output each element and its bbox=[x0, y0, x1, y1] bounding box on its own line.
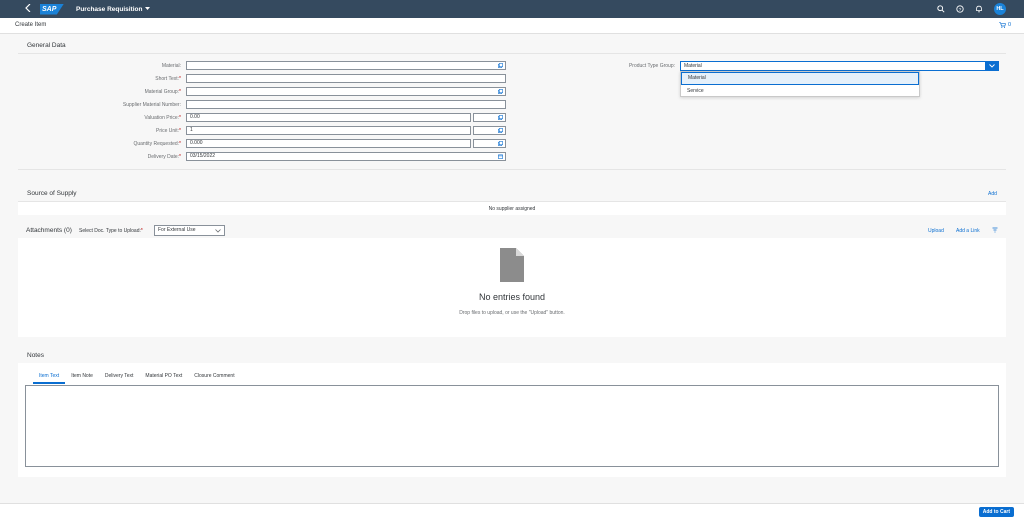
product-type-label: Product Type Group: bbox=[628, 63, 675, 69]
chevron-down-icon bbox=[215, 229, 221, 233]
tab-material-po-text[interactable]: Material PO Text bbox=[139, 370, 188, 384]
doc-type-label: Select Doc. Type to Upload:* bbox=[79, 228, 143, 234]
price-unit-uom-input[interactable] bbox=[473, 126, 506, 135]
app-title: Purchase Requisition bbox=[76, 5, 143, 13]
source-of-supply-title: Source of Supply bbox=[27, 190, 77, 197]
product-type-select[interactable]: Material bbox=[680, 61, 999, 71]
chevron-down-icon bbox=[989, 64, 995, 68]
delivery-date-input[interactable]: 03/15/2022 bbox=[186, 152, 506, 161]
tab-closure-comment[interactable]: Closure Comment bbox=[188, 370, 240, 384]
material-group-label: Material Group:* bbox=[144, 89, 181, 95]
short-text-input[interactable] bbox=[186, 74, 506, 83]
value-help-icon[interactable] bbox=[498, 89, 503, 94]
delivery-date-value: 03/15/2022 bbox=[190, 153, 216, 159]
divider bbox=[18, 169, 1006, 170]
quantity-input[interactable]: 0.000 bbox=[186, 139, 471, 148]
doc-type-value: For External Use bbox=[158, 227, 196, 233]
calendar-icon[interactable] bbox=[498, 154, 503, 159]
supplier-material-label: Supplier Material Number: bbox=[122, 102, 181, 108]
quantity-label: Quantity Requested:* bbox=[133, 141, 181, 147]
page-header: Create Item 0 bbox=[0, 18, 1024, 34]
user-avatar[interactable]: HL bbox=[994, 3, 1006, 15]
document-icon bbox=[500, 248, 524, 282]
valuation-price-label: Valuation Price:* bbox=[144, 115, 181, 121]
notes-title: Notes bbox=[27, 352, 44, 359]
notes-tabs: Item Text Item Note Delivery Text Materi… bbox=[26, 370, 241, 384]
short-text-label: Short Text:* bbox=[155, 76, 181, 82]
back-button[interactable] bbox=[22, 0, 34, 18]
empty-title: No entries found bbox=[478, 292, 546, 302]
price-unit-input[interactable]: 1 bbox=[186, 126, 471, 135]
no-supplier-text: No supplier assigned bbox=[488, 206, 536, 212]
svg-text:?: ? bbox=[959, 7, 962, 13]
page-title: Create Item bbox=[15, 22, 47, 28]
search-icon[interactable] bbox=[937, 5, 945, 13]
quantity-uom-input[interactable] bbox=[473, 139, 506, 148]
general-data-title: General Data bbox=[27, 42, 66, 49]
supplier-material-input[interactable] bbox=[186, 100, 506, 109]
attachments-title: Attachments (0) bbox=[26, 227, 72, 234]
shell-bar: SAP Purchase Requisition ? HL bbox=[0, 0, 1024, 18]
footer-bar: Add to Cart bbox=[0, 503, 1024, 519]
sap-logo[interactable]: SAP bbox=[40, 3, 64, 15]
add-link-link[interactable]: Add a Link bbox=[956, 228, 980, 234]
doc-type-select[interactable]: For External Use bbox=[154, 225, 225, 236]
cart-button[interactable]: 0 bbox=[999, 22, 1011, 28]
tab-item-text[interactable]: Item Text bbox=[33, 370, 66, 384]
value-help-icon[interactable] bbox=[498, 115, 503, 120]
option-service[interactable]: Service bbox=[681, 85, 919, 98]
material-label: Material: bbox=[161, 63, 181, 69]
upload-link[interactable]: Upload bbox=[928, 228, 944, 234]
settings-icon[interactable] bbox=[992, 227, 998, 233]
delivery-date-label: Delivery Date:* bbox=[147, 154, 181, 160]
caret-down-icon bbox=[145, 7, 151, 10]
value-help-icon[interactable] bbox=[498, 63, 503, 68]
add-to-cart-button[interactable]: Add to Cart bbox=[978, 507, 1014, 517]
attachments-panel[interactable]: No entries found Drop files to upload, o… bbox=[18, 238, 1006, 337]
cart-icon bbox=[999, 22, 1006, 28]
dropdown-toggle[interactable] bbox=[985, 61, 999, 71]
product-type-value: Material bbox=[684, 63, 702, 69]
bell-icon[interactable] bbox=[975, 5, 983, 13]
app-title-menu[interactable]: Purchase Requisition bbox=[76, 5, 151, 13]
empty-subtitle: Drop files to upload, or use the "Upload… bbox=[459, 310, 565, 316]
add-supplier-link[interactable]: Add bbox=[988, 191, 997, 197]
material-group-input[interactable] bbox=[186, 87, 506, 96]
notes-textarea[interactable] bbox=[25, 385, 999, 467]
divider bbox=[18, 53, 1006, 54]
value-help-icon[interactable] bbox=[498, 128, 503, 133]
price-unit-label: Price Unit:* bbox=[155, 128, 181, 134]
supplier-empty-row: No supplier assigned bbox=[18, 201, 1006, 215]
option-material[interactable]: Material bbox=[681, 72, 919, 85]
value-help-icon[interactable] bbox=[498, 141, 503, 146]
help-icon[interactable]: ? bbox=[956, 5, 964, 13]
cart-count: 0 bbox=[1007, 22, 1011, 28]
tab-item-note[interactable]: Item Note bbox=[65, 370, 99, 384]
tab-delivery-text[interactable]: Delivery Text bbox=[99, 370, 140, 384]
currency-input[interactable] bbox=[473, 113, 506, 122]
product-type-options: Material Service bbox=[680, 71, 920, 97]
valuation-price-input[interactable]: 0.00 bbox=[186, 113, 471, 122]
material-input[interactable] bbox=[186, 61, 506, 70]
chevron-left-icon bbox=[25, 3, 31, 13]
